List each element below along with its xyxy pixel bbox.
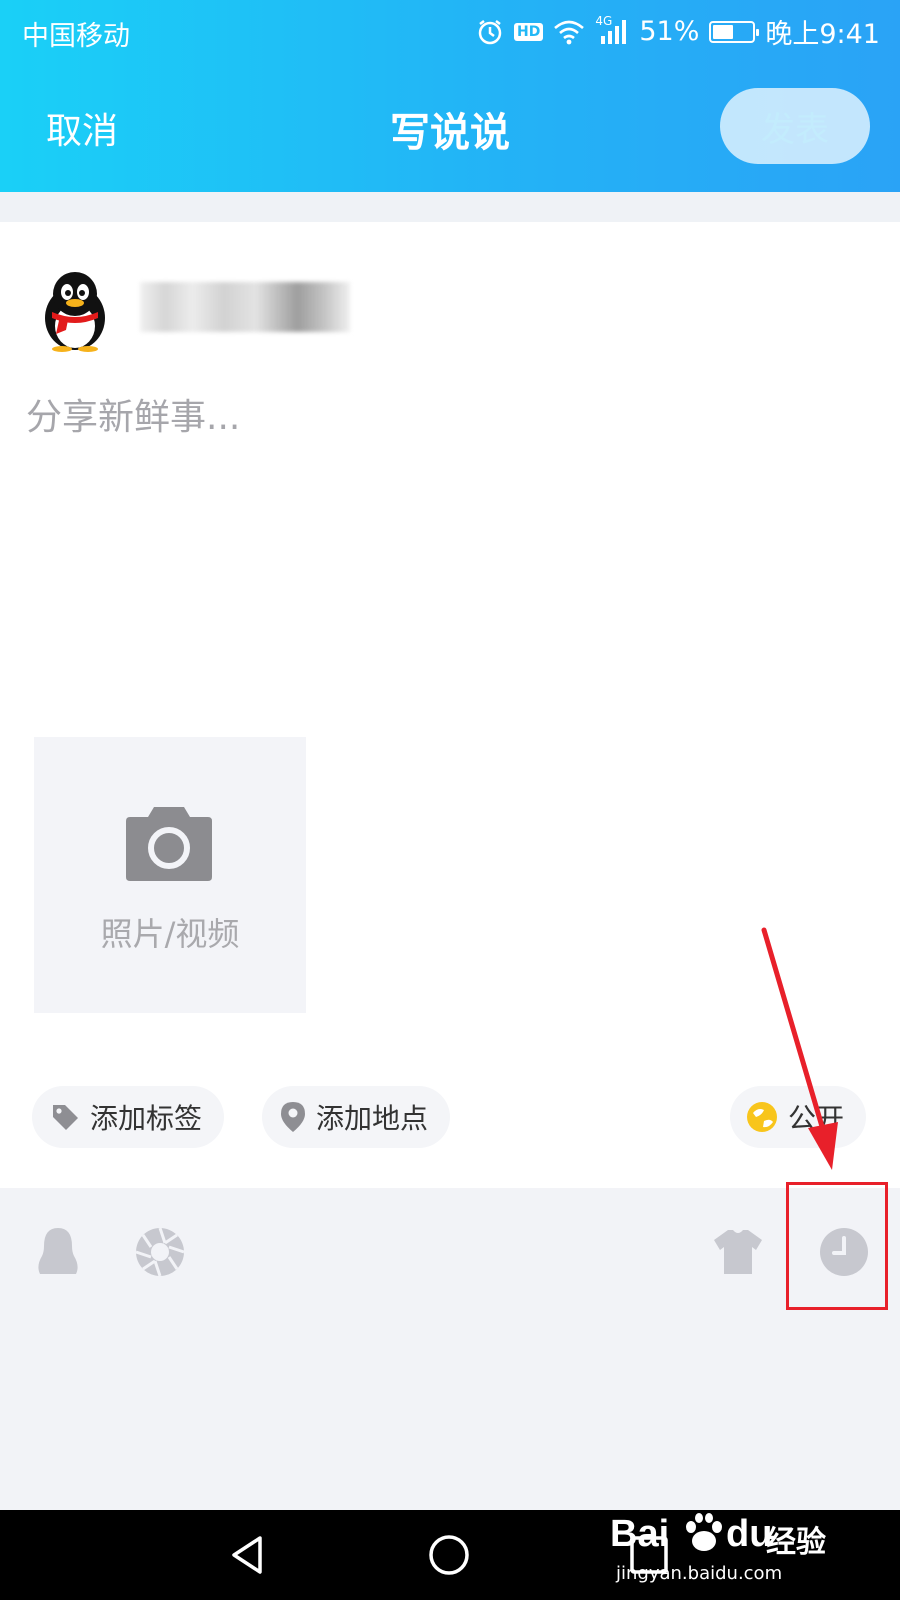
- publish-button[interactable]: 发表: [720, 88, 870, 164]
- composer-toolbar: [0, 1188, 900, 1510]
- shirt-icon[interactable]: [712, 1226, 764, 1278]
- add-location-chip[interactable]: 添加地点: [262, 1086, 451, 1148]
- battery-level: [713, 24, 733, 39]
- header-divider: [0, 192, 900, 222]
- status-bar: 中国移动 HD 4G 51% 晚上9:41: [0, 0, 900, 64]
- privacy-globe-icon: [746, 1102, 777, 1132]
- add-tag-chip[interactable]: 添加标签: [32, 1086, 225, 1148]
- clock-time: 晚上9:41: [765, 19, 880, 50]
- cell-signal-icon: 4G: [595, 14, 629, 46]
- status-indicators: HD 4G 51% 晚上9:41: [476, 12, 880, 51]
- shutter-icon[interactable]: [134, 1226, 186, 1278]
- camera-icon: [126, 807, 212, 881]
- watermark-suffix: 经验: [766, 1525, 826, 1560]
- app-header: 中国移动 HD 4G 51% 晚上9:41 取消 写说说 发表: [0, 0, 900, 192]
- add-tag-label: 添加标签: [90, 1102, 203, 1135]
- privacy-chip[interactable]: 公开: [729, 1086, 866, 1148]
- back-icon[interactable]: [224, 1530, 274, 1580]
- add-location-label: 添加地点: [316, 1102, 429, 1135]
- wifi-icon: [554, 20, 585, 44]
- paw-icon: [686, 1513, 722, 1551]
- username-redacted: [140, 282, 350, 332]
- nav-bar: 取消 写说说 发表: [0, 64, 900, 192]
- battery-percent: 51%: [639, 16, 700, 47]
- battery-icon: [709, 20, 760, 43]
- home-icon[interactable]: [424, 1530, 474, 1580]
- watermark-brand: Bai: [610, 1513, 670, 1555]
- location-pin-icon: [281, 1102, 305, 1132]
- post-content-input[interactable]: [26, 388, 866, 678]
- media-label: 照片/视频: [100, 915, 240, 953]
- avatar[interactable]: [40, 270, 110, 352]
- baidu-jingyan-watermark: Bai du 经验 jingyan.baidu.com: [610, 1505, 840, 1600]
- hd-badge: HD: [514, 22, 544, 41]
- alarm-icon: [478, 19, 502, 44]
- add-media-tile[interactable]: 照片/视频: [34, 737, 306, 1013]
- user-row: [0, 260, 900, 360]
- annotation-highlight-box: [786, 1182, 888, 1310]
- watermark-url: jingyan.baidu.com: [616, 1563, 783, 1584]
- privacy-label: 公开: [787, 1102, 844, 1135]
- tag-icon: [53, 1105, 78, 1130]
- penguin-icon[interactable]: [32, 1226, 84, 1278]
- carrier-name: 中国移动: [22, 21, 130, 52]
